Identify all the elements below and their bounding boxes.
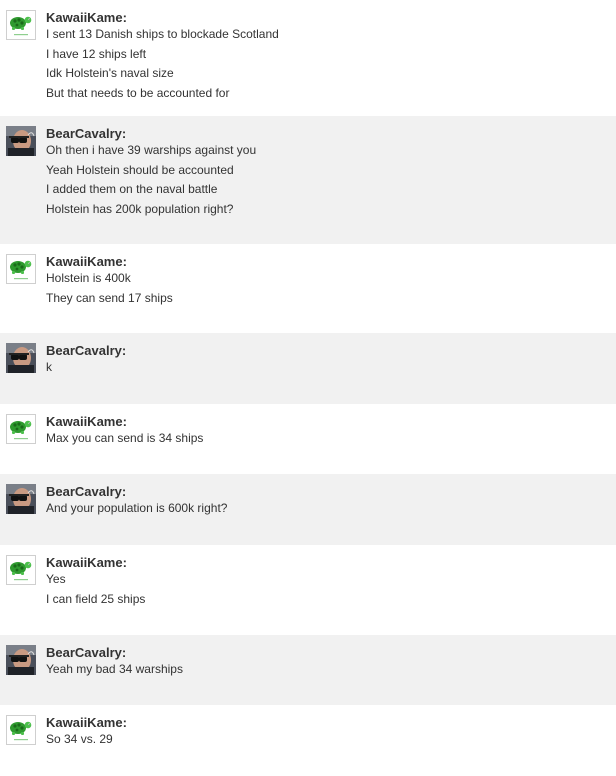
message-text: Max you can send is 34 ships — [46, 431, 204, 445]
green-turtle-icon[interactable] — [6, 414, 36, 444]
chat-message: KawaiiKame: I sent 13 Danish ships to blo… — [0, 0, 616, 116]
message-author[interactable]: KawaiiKame: — [46, 254, 606, 269]
man-with-binoculars-icon[interactable] — [6, 343, 36, 373]
message-text: Oh then i have 39 warships against you — [46, 143, 257, 157]
chat-message: BearCavalry: k — [0, 333, 616, 404]
message-text: And your population is 600k right? — [46, 501, 228, 515]
green-turtle-icon[interactable] — [6, 555, 36, 585]
green-turtle-icon[interactable] — [6, 10, 36, 40]
chat-message: BearCavalry: Oh then i have 39 warships a… — [0, 116, 616, 244]
chat-message: KawaiiKame: Holstein is 400k They can send… — [0, 244, 616, 333]
man-with-binoculars-icon[interactable] — [6, 484, 36, 514]
chat-message: KawaiiKame: So 34 vs. 29 — [0, 705, 616, 776]
message-author[interactable]: KawaiiKame: — [46, 555, 606, 570]
message-author[interactable]: BearCavalry: — [46, 645, 606, 660]
message-text: They can send 17 ships — [46, 290, 173, 305]
message-author[interactable]: BearCavalry: — [46, 126, 606, 141]
message-text: So 34 vs. 29 — [46, 732, 113, 746]
message-text: Yeah my bad 34 warships — [46, 662, 183, 676]
message-text: Yeah Holstein should be accounted — [46, 162, 234, 177]
message-text: I have 12 ships left — [46, 46, 147, 61]
green-turtle-icon[interactable] — [6, 254, 36, 284]
message-text: Idk Holstein's naval size — [46, 66, 174, 80]
message-text: I sent 13 Danish ships to blockade Scotl… — [46, 27, 279, 41]
chat-message: BearCavalry: And your population is 600k … — [0, 474, 616, 545]
message-author[interactable]: KawaiiKame: — [46, 715, 606, 730]
message-author[interactable]: KawaiiKame: — [46, 10, 606, 25]
message-text: I added them on the naval battle — [46, 182, 218, 196]
green-turtle-icon[interactable] — [6, 715, 36, 745]
chat-message: KawaiiKame: Yes I can field 25 ships — [0, 545, 616, 635]
chat-message: KawaiiKame: Max you can send is 34 ships — [0, 404, 616, 474]
message-text: Holstein is 400k — [46, 271, 131, 285]
man-with-binoculars-icon[interactable] — [6, 126, 36, 156]
man-with-binoculars-icon[interactable] — [6, 645, 36, 675]
message-text: But that needs to be accounted for — [46, 85, 230, 100]
message-author[interactable]: BearCavalry: — [46, 343, 606, 358]
message-text: Holstein has 200k population right? — [46, 201, 234, 216]
message-text: I can field 25 ships — [46, 591, 146, 606]
message-author[interactable]: KawaiiKame: — [46, 414, 606, 429]
message-text: k — [46, 360, 52, 374]
chat-message: BearCavalry: Yeah my bad 34 warships — [0, 635, 616, 705]
chat-transcript: KawaiiKame: I sent 13 Danish ships to blo… — [0, 0, 616, 776]
message-text: Yes — [46, 572, 66, 586]
message-author[interactable]: BearCavalry: — [46, 484, 606, 499]
